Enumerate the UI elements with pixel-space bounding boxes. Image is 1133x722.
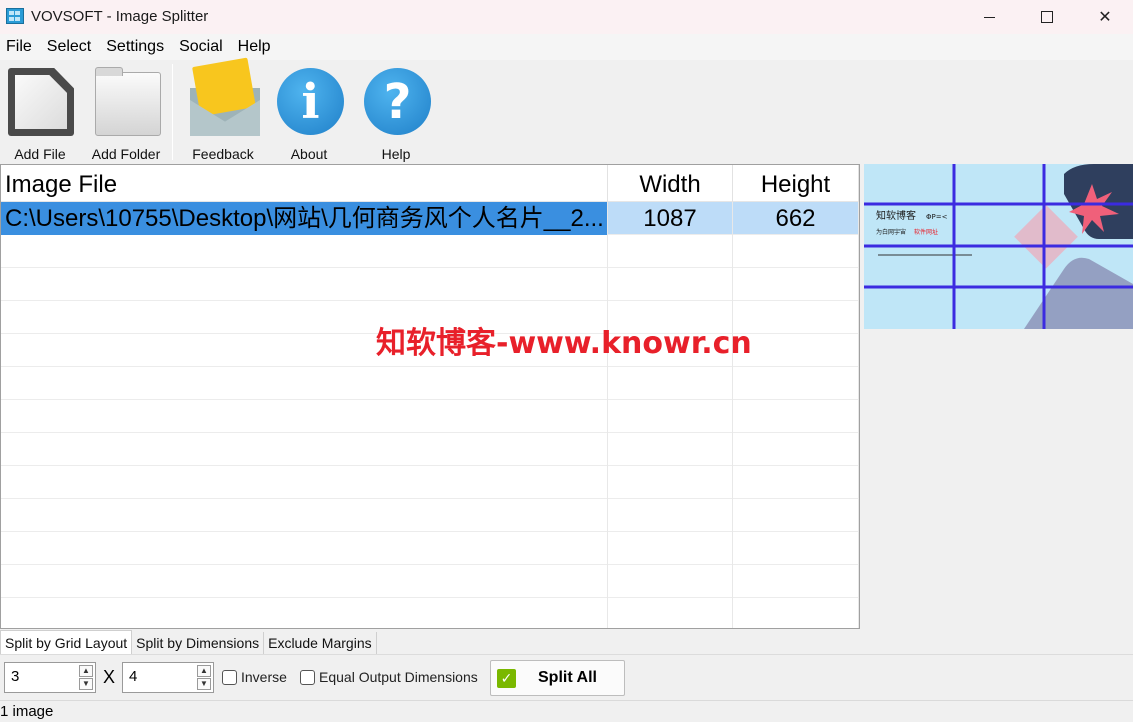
columns-spinner[interactable]: 4 ▲ ▼	[122, 662, 214, 693]
empty-row	[1, 565, 859, 598]
empty-row	[1, 400, 859, 433]
toolbar-separator	[172, 64, 173, 160]
inverse-label: Inverse	[241, 669, 287, 685]
empty-row	[1, 466, 859, 499]
feedback-button[interactable]: Feedback	[183, 57, 263, 162]
split-mode-tabs: Split by Grid Layout Split by Dimensions…	[0, 630, 1133, 654]
folder-icon	[91, 64, 161, 136]
tab-split-by-dimensions[interactable]: Split by Dimensions	[132, 632, 265, 654]
preview-image: 知软博客 ΦP=< 为白网宇宙 软件网址	[864, 164, 1133, 329]
cell-width: 1087	[608, 202, 733, 235]
menu-help[interactable]: Help	[232, 34, 280, 60]
checkbox-icon	[222, 669, 237, 685]
maximize-button[interactable]	[1018, 0, 1076, 34]
watermark-text: 知软博客-www.knowr.cn	[376, 326, 752, 361]
document-icon	[5, 64, 75, 136]
cell-height: 662	[733, 202, 859, 235]
svg-text:知软博客: 知软博客	[876, 209, 916, 222]
svg-text:ΦP=<: ΦP=<	[926, 213, 948, 221]
image-preview: 知软博客 ΦP=< 为白网宇宙 软件网址	[864, 164, 1133, 329]
empty-row	[1, 532, 859, 565]
about-label: About	[290, 146, 328, 162]
rows-spinner[interactable]: 3 ▲ ▼	[4, 662, 96, 693]
equal-output-label: Equal Output Dimensions	[319, 669, 478, 685]
add-file-button[interactable]: Add File	[0, 64, 80, 162]
empty-row	[1, 367, 859, 400]
column-image-file[interactable]: Image File	[1, 165, 608, 202]
empty-row	[1, 235, 859, 268]
feedback-label: Feedback	[192, 146, 254, 162]
column-width[interactable]: Width	[608, 165, 733, 202]
add-folder-label: Add Folder	[91, 146, 161, 162]
envelope-icon	[188, 57, 260, 136]
window-title: VOVSOFT - Image Splitter	[31, 8, 209, 25]
grid-separator-label: X	[103, 667, 116, 687]
info-icon: i	[274, 64, 344, 136]
empty-row	[1, 499, 859, 532]
grid-header: Image File Width Height	[1, 165, 859, 202]
add-folder-button[interactable]: Add Folder	[86, 64, 166, 162]
menu-bar: File Select Settings Social Help	[0, 34, 1133, 60]
help-button[interactable]: ? Help	[356, 64, 436, 162]
help-label: Help	[381, 146, 411, 162]
spin-down-icon[interactable]: ▼	[79, 678, 93, 690]
check-icon: ✓	[497, 668, 516, 688]
app-icon	[6, 8, 24, 24]
inverse-checkbox[interactable]: Inverse	[222, 669, 287, 685]
menu-settings[interactable]: Settings	[100, 34, 173, 60]
image-file-grid[interactable]: Image File Width Height C:\Users\10755\D…	[0, 164, 860, 629]
split-all-button[interactable]: ✓ Split All	[490, 660, 625, 696]
close-button[interactable]: ✕	[1076, 0, 1133, 34]
checkbox-icon	[300, 669, 315, 685]
rows-value: 3	[11, 668, 20, 685]
column-height[interactable]: Height	[733, 165, 859, 202]
add-file-label: Add File	[14, 146, 66, 162]
status-text: 1 image	[0, 703, 54, 720]
empty-row	[1, 433, 859, 466]
svg-text:软件网址: 软件网址	[914, 228, 938, 236]
table-row[interactable]: C:\Users\10755\Desktop\网站\几何商务风个人名片__2..…	[1, 202, 859, 235]
columns-value: 4	[129, 668, 138, 685]
title-bar: VOVSOFT - Image Splitter ✕	[0, 0, 1133, 34]
toolbar: Add File Add Folder Feedback i About ? H…	[0, 57, 1133, 164]
spin-up-icon[interactable]: ▲	[197, 665, 211, 677]
menu-social[interactable]: Social	[173, 34, 232, 60]
about-button[interactable]: i About	[269, 64, 349, 162]
menu-select[interactable]: Select	[41, 34, 100, 60]
question-icon: ?	[361, 64, 431, 136]
menu-file[interactable]: File	[0, 34, 41, 60]
split-all-label: Split All	[538, 669, 597, 686]
empty-row	[1, 598, 859, 628]
empty-row	[1, 268, 859, 301]
minimize-button[interactable]	[960, 0, 1018, 34]
status-bar: 1 image	[0, 700, 1133, 722]
spin-down-icon[interactable]: ▼	[197, 678, 211, 690]
spin-up-icon[interactable]: ▲	[79, 665, 93, 677]
tab-split-by-grid-layout[interactable]: Split by Grid Layout	[0, 630, 133, 654]
close-icon: ✕	[1098, 9, 1112, 26]
tab-exclude-margins[interactable]: Exclude Margins	[264, 632, 377, 654]
cell-file-path: C:\Users\10755\Desktop\网站\几何商务风个人名片__2..…	[1, 202, 608, 235]
equal-output-dimensions-checkbox[interactable]: Equal Output Dimensions	[300, 669, 478, 685]
grid-options-panel: 3 ▲ ▼ X 4 ▲ ▼ Inverse Equal Output Dimen…	[0, 654, 1133, 700]
svg-text:为白网宇宙: 为白网宇宙	[876, 228, 906, 236]
